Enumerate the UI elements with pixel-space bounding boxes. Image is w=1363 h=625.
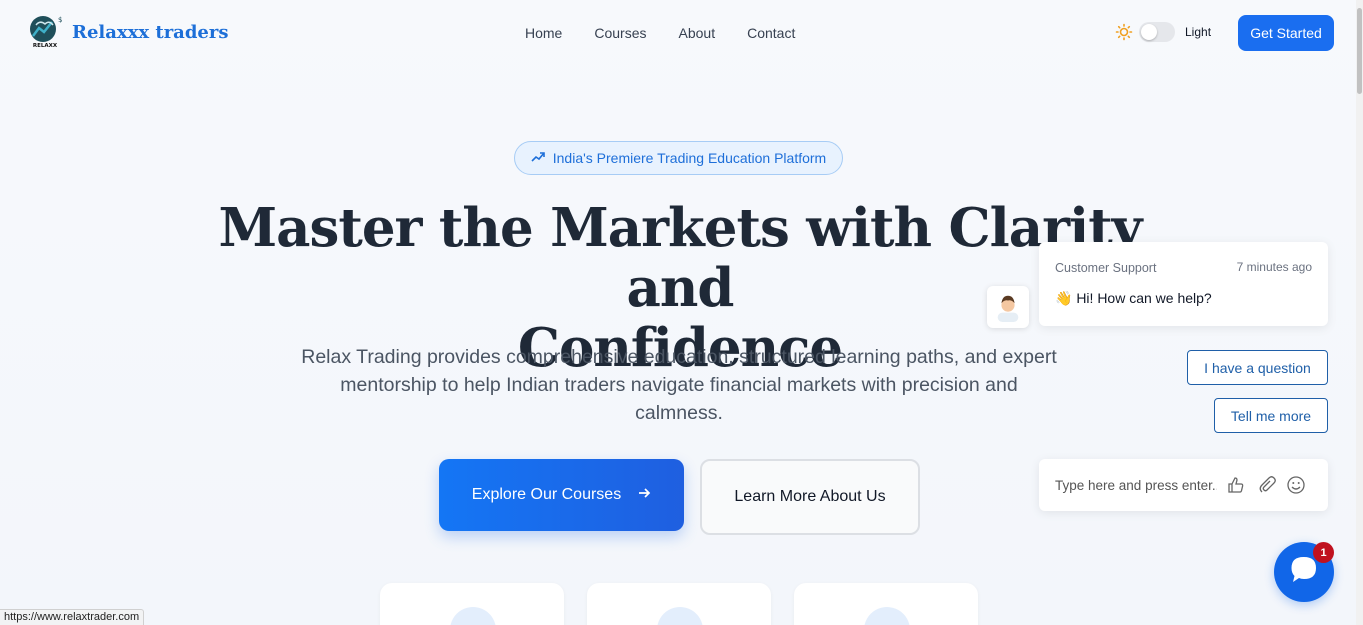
chat-message: 👋 Hi! How can we help?: [1055, 290, 1212, 306]
paperclip-icon[interactable]: [1257, 475, 1277, 495]
get-started-button[interactable]: Get Started: [1238, 15, 1334, 51]
agent-avatar-icon: [987, 286, 1029, 328]
svg-text:$: $: [58, 16, 62, 24]
explore-courses-label: Explore Our Courses: [471, 486, 622, 503]
feature-icon: [864, 607, 910, 625]
message-time: 7 minutes ago: [1236, 260, 1312, 274]
unread-badge: 1: [1313, 542, 1334, 563]
learn-more-button[interactable]: Learn More About Us: [700, 459, 920, 535]
hero-subtitle: Relax Trading provides comprehensive edu…: [301, 346, 1057, 424]
feature-card: [587, 583, 771, 625]
scrollbar[interactable]: [1356, 0, 1363, 625]
trending-up-icon: [531, 150, 545, 167]
explore-courses-button[interactable]: Explore Our Courses: [439, 459, 684, 531]
main-menu: Home Courses About Contact: [525, 25, 795, 41]
feature-card: [794, 583, 978, 625]
theme-switcher: Light: [1115, 22, 1211, 42]
scrollbar-thumb[interactable]: [1357, 8, 1362, 94]
nav-link-home[interactable]: Home: [525, 25, 562, 41]
toggle-knob: [1141, 24, 1157, 40]
svg-text:RELAXX: RELAXX: [33, 43, 58, 49]
chat-input-bar: [1039, 459, 1328, 511]
thumbs-up-icon[interactable]: [1226, 475, 1246, 495]
agent-name: Customer Support: [1055, 261, 1157, 275]
top-navbar: RELAXX $ Relaxxx traders Home Courses Ab…: [0, 0, 1356, 66]
quick-reply-question[interactable]: I have a question: [1187, 350, 1328, 385]
chat-message-input[interactable]: [1055, 475, 1217, 495]
feature-icon: [657, 607, 703, 625]
quick-reply-tell-more[interactable]: Tell me more: [1214, 398, 1328, 433]
nav-link-about[interactable]: About: [679, 25, 716, 41]
sun-icon: [1115, 23, 1133, 41]
chat-message-bubble: Customer Support 7 minutes ago 👋 Hi! How…: [1039, 242, 1328, 326]
theme-toggle[interactable]: [1139, 22, 1175, 42]
badge-text: India's Premiere Trading Education Platf…: [552, 150, 827, 166]
emoji-icon[interactable]: [1286, 475, 1306, 495]
bull-logo-icon[interactable]: RELAXX $: [27, 14, 63, 50]
feature-card: [380, 583, 564, 625]
feature-icon: [450, 607, 496, 625]
hero-badge: India's Premiere Trading Education Platf…: [514, 141, 843, 175]
theme-label: Light: [1185, 25, 1212, 39]
nav-link-courses[interactable]: Courses: [594, 25, 646, 41]
arrow-right-icon: [637, 486, 651, 505]
nav-link-contact[interactable]: Contact: [747, 25, 795, 41]
brand-name[interactable]: Relaxxx traders: [72, 22, 229, 43]
status-bar-url: https://www.relaxtrader.com: [0, 609, 145, 625]
